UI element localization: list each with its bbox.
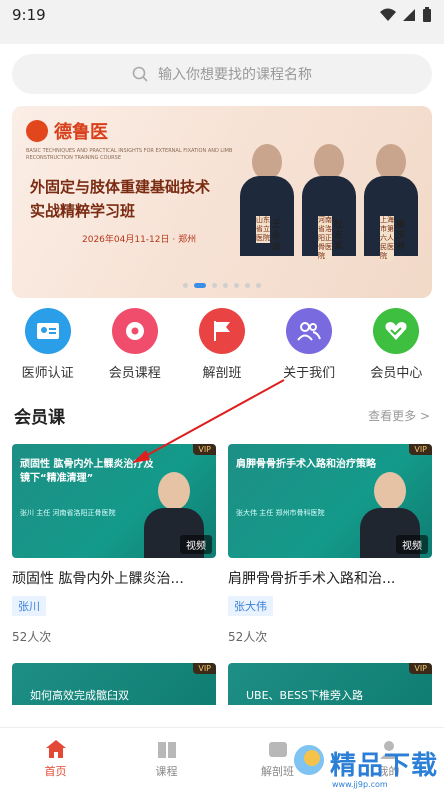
home-icon: [45, 739, 66, 758]
thumbnail-title: 顽固性 肱骨内外上髁炎治疗及镜下“精准清理”: [20, 459, 154, 484]
class-icon: [268, 741, 287, 757]
pagination-dot-active[interactable]: [194, 283, 206, 288]
speaker-hospital: 上海市第六人民医院: [380, 216, 394, 261]
pagination-dot[interactable]: [245, 283, 250, 288]
video-badge: 视频: [180, 535, 212, 554]
speaker-name: 康庆林: [396, 220, 406, 252]
tab-anatomy-class[interactable]: 解剖班: [243, 739, 313, 779]
book-icon: [157, 741, 176, 758]
speaker-photo: [314, 144, 344, 180]
banner-pagination: [12, 283, 432, 288]
speaker-hospital: 河南省洛阳正骨医院: [318, 216, 332, 261]
logo-text: 德鲁医: [54, 122, 108, 143]
tab-label: 我的: [377, 764, 400, 778]
quick-link-label: 关于我们: [283, 366, 336, 381]
speaker-photo: [376, 144, 406, 180]
flower-icon: [111, 308, 158, 354]
user-icon: [379, 740, 398, 759]
speaker-3: 上海市第六人民医院 康庆林: [360, 136, 422, 286]
quick-links: 医师认证 会员课程 解剖班 关于我们 会员中心: [0, 298, 444, 381]
tab-profile[interactable]: 我的: [354, 739, 424, 779]
flag-icon: [198, 308, 245, 354]
course-card[interactable]: VIP 顽固性 肱骨内外上髁炎治疗及镜下“精准清理” 张川 主任 河南省洛阳正骨…: [12, 444, 216, 645]
view-count: 52人次: [12, 630, 52, 644]
banner-subtitle: BASIC TECHNIQUES AND PRACTICAL INSIGHTS …: [26, 148, 233, 161]
banner-logo: 德鲁医: [26, 118, 108, 144]
quick-link-anatomy-class[interactable]: 解剖班: [182, 308, 262, 381]
status-bar: 9:19: [0, 0, 444, 30]
pagination-dot[interactable]: [223, 283, 228, 288]
quick-link-about-us[interactable]: 关于我们: [269, 308, 349, 381]
course-title[interactable]: 肩胛骨骨折手术入路和治...: [228, 568, 432, 588]
logo-mark-icon: [26, 120, 48, 142]
banner-title-line1: 外固定与肢体重建基础技术: [30, 178, 211, 196]
search-placeholder: 输入你想要找的课程名称: [158, 67, 312, 83]
tab-label: 课程: [155, 764, 178, 778]
member-course-list-next: VIP 如何高效完成髋臼双 VIP UBE、BESS下椎旁入路: [0, 645, 444, 705]
video-badge: 视频: [396, 535, 428, 554]
id-card-icon: [24, 308, 71, 354]
view-more-link[interactable]: 查看更多 >: [368, 407, 430, 424]
tab-courses[interactable]: 课程: [132, 739, 202, 779]
tab-home[interactable]: 首页: [21, 739, 91, 779]
speaker-hospital: 山东省立医院: [256, 216, 270, 243]
course-card[interactable]: VIP 肩胛骨骨折手术入路和治疗策略 张大伟 主任 郑州市骨科医院 视频 肩胛骨…: [228, 444, 432, 645]
speaker-1: 山东省立医院 王永会: [236, 136, 298, 286]
vip-badge: VIP: [409, 663, 432, 674]
bottom-tab-bar: 首页 课程 解剖班 我的: [0, 727, 444, 789]
teacher-tag: 张川: [12, 596, 46, 616]
quick-link-member-center[interactable]: 会员中心: [356, 308, 436, 381]
banner-date: 2026年04月11-12日 · 郑州: [82, 235, 197, 245]
banner-speakers: 山东省立医院 王永会 河南省洛阳正骨医院 杜志军 上海市第六人民医院 康庆林: [236, 136, 422, 286]
search-icon: [132, 66, 148, 82]
pagination-dot[interactable]: [234, 283, 239, 288]
teacher-tag: 张大伟: [228, 596, 273, 616]
thumbnail-lecturer: 张大伟 主任 郑州市骨科医院: [236, 509, 325, 517]
thumbnail-title: 肩胛骨骨折手术入路和治疗策略: [236, 459, 376, 470]
vip-badge: VIP: [193, 444, 216, 455]
tab-label: 首页: [44, 764, 67, 778]
thumbnail-title: 如何高效完成髋臼双: [30, 689, 129, 702]
thumbnail-lecturer: 张川 主任 河南省洛阳正骨医院: [20, 509, 116, 517]
vip-badge: VIP: [193, 663, 216, 674]
quick-link-label: 会员课程: [108, 366, 161, 381]
speaker-name: 王永会: [272, 220, 282, 252]
promo-banner[interactable]: 德鲁医 BASIC TECHNIQUES AND PRACTICAL INSIG…: [12, 106, 432, 298]
signal-icon: [403, 9, 415, 21]
tab-label: 解剖班: [261, 764, 294, 778]
vip-badge: VIP: [409, 444, 432, 455]
battery-icon: [423, 7, 431, 22]
status-time: 9:19: [12, 6, 46, 24]
heart-check-icon: [373, 308, 420, 354]
top-strip: [0, 30, 444, 44]
banner-title-line2: 实战精粹学习班: [30, 202, 136, 220]
speaker-2: 河南省洛阳正骨医院 杜志军: [298, 136, 360, 286]
quick-link-label: 会员中心: [370, 366, 423, 381]
speaker-name: 杜志军: [334, 220, 344, 252]
wifi-icon: [380, 8, 396, 21]
pagination-dot[interactable]: [256, 283, 261, 288]
section-title: 会员课: [14, 408, 65, 428]
course-thumbnail[interactable]: VIP UBE、BESS下椎旁入路: [228, 663, 432, 705]
thumbnail-title: UBE、BESS下椎旁入路: [246, 689, 364, 702]
member-course-list: VIP 顽固性 肱骨内外上髁炎治疗及镜下“精准清理” 张川 主任 河南省洛阳正骨…: [0, 428, 444, 645]
course-thumbnail[interactable]: VIP 肩胛骨骨折手术入路和治疗策略 张大伟 主任 郑州市骨科医院 视频: [228, 444, 432, 558]
member-section-header: 会员课 查看更多 >: [0, 381, 444, 428]
course-thumbnail[interactable]: VIP 如何高效完成髋臼双: [12, 663, 216, 705]
home-page: 输入你想要找的课程名称 德鲁医 BASIC TECHNIQUES AND PRA…: [0, 30, 444, 789]
quick-link-doctor-cert[interactable]: 医师认证: [8, 308, 88, 381]
users-icon: [286, 308, 333, 354]
pagination-dot[interactable]: [183, 283, 188, 288]
view-count: 52人次: [228, 630, 268, 644]
speaker-photo: [252, 144, 282, 180]
quick-link-member-course[interactable]: 会员课程: [95, 308, 175, 381]
course-title[interactable]: 顽固性 肱骨内外上髁炎治...: [12, 568, 216, 588]
quick-link-label: 医师认证: [21, 366, 74, 381]
status-icons: [380, 7, 432, 23]
course-thumbnail[interactable]: VIP 顽固性 肱骨内外上髁炎治疗及镜下“精准清理” 张川 主任 河南省洛阳正骨…: [12, 444, 216, 558]
quick-link-label: 解剖班: [202, 366, 242, 381]
pagination-dot[interactable]: [212, 283, 217, 288]
search-input[interactable]: 输入你想要找的课程名称: [12, 54, 432, 94]
